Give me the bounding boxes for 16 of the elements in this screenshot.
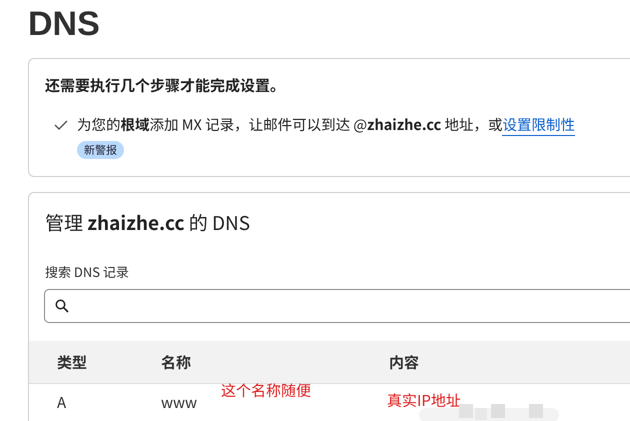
annotation-text: 这个名称随便	[221, 380, 312, 400]
setup-heading: 还需要执行几个步骤才能完成设置。	[45, 75, 286, 96]
column-header: 类型	[56, 352, 88, 372]
step-text: 为您的根域添加 MX 记录，让邮件可以到达 @zhaizhe.cc 地址，或	[77, 114, 502, 135]
dns-card-title: 管理 zhaizhe.cc 的 DNS	[44, 208, 252, 236]
annotation-text: 真实IP地址	[387, 390, 461, 411]
column-header: 内容	[389, 352, 420, 372]
search-field[interactable]	[44, 289, 630, 323]
page-title: DNS	[27, 4, 101, 45]
setup-link[interactable]: 设置限制性	[502, 114, 575, 136]
search-label: 搜索 DNS 记录	[44, 261, 130, 281]
table-cell: A	[57, 392, 66, 412]
column-header: 名称	[161, 352, 192, 372]
search-icon	[55, 299, 69, 313]
table-cell: www	[161, 392, 198, 412]
new-alert-badge: 新警报	[77, 141, 124, 159]
